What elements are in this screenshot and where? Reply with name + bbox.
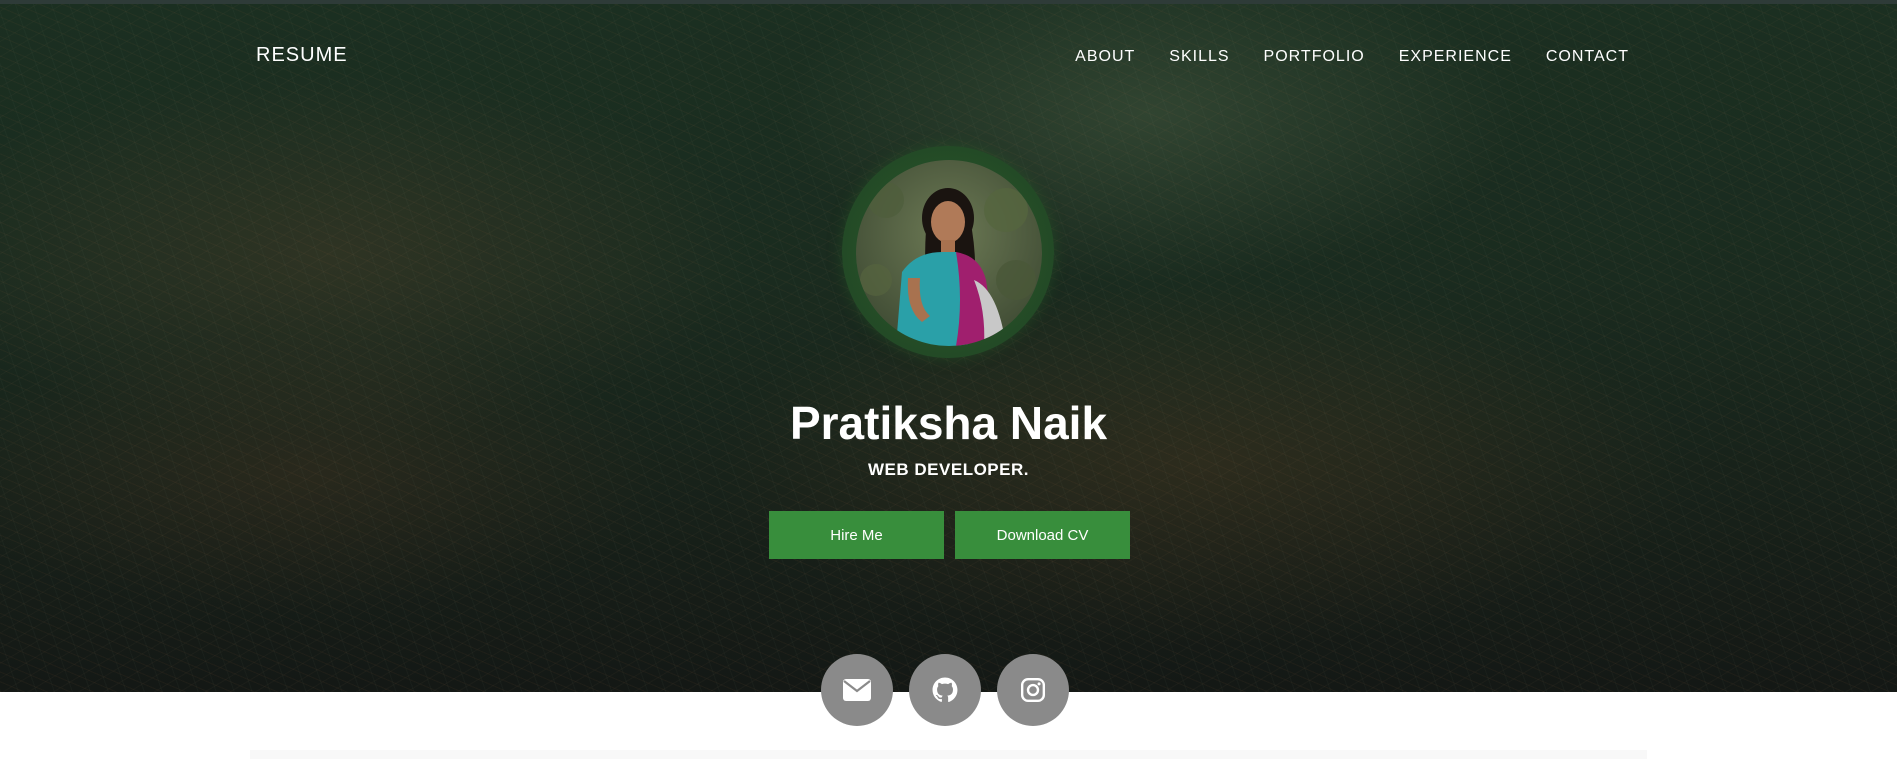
nav-link-experience[interactable]: EXPERIENCE bbox=[1399, 48, 1512, 66]
hire-me-button[interactable]: Hire Me bbox=[769, 511, 944, 559]
github-link[interactable] bbox=[909, 654, 981, 726]
nav-link-skills[interactable]: SKILLS bbox=[1169, 48, 1229, 66]
instagram-icon bbox=[1020, 677, 1046, 703]
profile-avatar bbox=[856, 160, 1042, 346]
nav-link-contact[interactable]: CONTACT bbox=[1546, 48, 1629, 66]
github-icon bbox=[932, 677, 958, 702]
download-cv-button[interactable]: Download CV bbox=[955, 511, 1130, 559]
main-nav: ABOUT SKILLS PORTFOLIO EXPERIENCE CONTAC… bbox=[1075, 48, 1629, 66]
nav-link-about[interactable]: ABOUT bbox=[1075, 48, 1135, 66]
email-link[interactable] bbox=[821, 654, 893, 726]
next-section-edge bbox=[250, 750, 1647, 759]
hero-role: WEB DEVELOPER. bbox=[868, 460, 1029, 479]
nav-link-portfolio[interactable]: PORTFOLIO bbox=[1264, 48, 1365, 66]
instagram-link[interactable] bbox=[997, 654, 1069, 726]
hero-name: Pratiksha Naik bbox=[789, 397, 1108, 449]
envelope-icon bbox=[843, 679, 871, 701]
hero-section: RESUME ABOUT SKILLS PORTFOLIO EXPERIENCE… bbox=[0, 4, 1897, 692]
nav-logo[interactable]: RESUME bbox=[256, 44, 348, 67]
